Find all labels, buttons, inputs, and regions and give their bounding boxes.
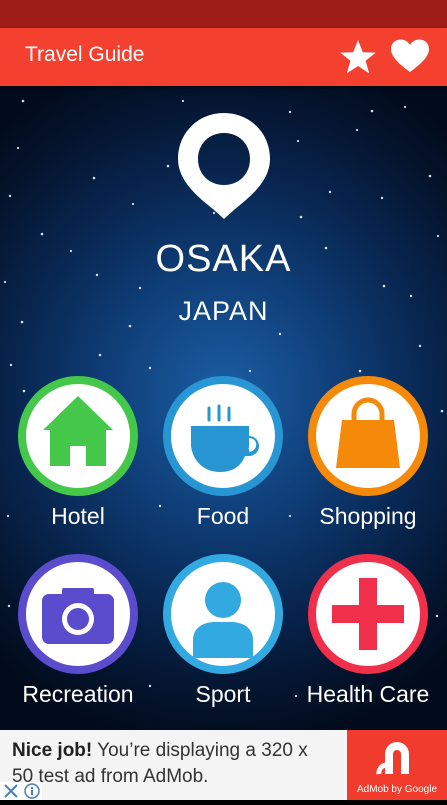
main-panel: OSAKA JAPAN Hotel Food Shopping Recreati… [0, 86, 447, 730]
hotel-circle [18, 376, 138, 496]
shopping-bag-icon [336, 397, 400, 468]
app-bar: Travel Guide [0, 28, 447, 86]
recreation-circle [18, 554, 138, 674]
star-icon[interactable] [338, 38, 378, 76]
category-label: Shopping [319, 503, 417, 529]
sport-circle [163, 554, 283, 674]
ad-banner[interactable]: Nice job! You’re displaying a 320 x 50 t… [0, 730, 447, 800]
health-care-circle [308, 554, 428, 674]
ad-info-icon[interactable] [22, 782, 42, 800]
person-icon [193, 582, 253, 658]
admob-logo[interactable]: AdMob by Google [347, 730, 447, 800]
ad-text: Nice job! You’re displaying a 320 x 50 t… [12, 738, 332, 790]
ad-caption: AdMob by Google [356, 784, 438, 795]
coffee-cup-icon [191, 404, 259, 472]
app-title: Travel Guide [25, 43, 145, 66]
heart-icon[interactable] [390, 38, 430, 76]
status-bar [0, 0, 447, 28]
ad-close-icon[interactable] [0, 782, 22, 800]
country-name: JAPAN [178, 296, 269, 326]
ad-headline: Nice job! [12, 740, 93, 761]
medical-cross-icon [332, 578, 404, 650]
house-icon [43, 396, 113, 466]
city-name: OSAKA [155, 238, 292, 280]
shopping-circle [308, 376, 428, 496]
category-label: Health Care [306, 681, 430, 707]
location-pin-icon [178, 113, 270, 219]
camera-icon [42, 588, 114, 644]
food-circle [163, 376, 283, 496]
admob-logo-icon [376, 742, 409, 775]
